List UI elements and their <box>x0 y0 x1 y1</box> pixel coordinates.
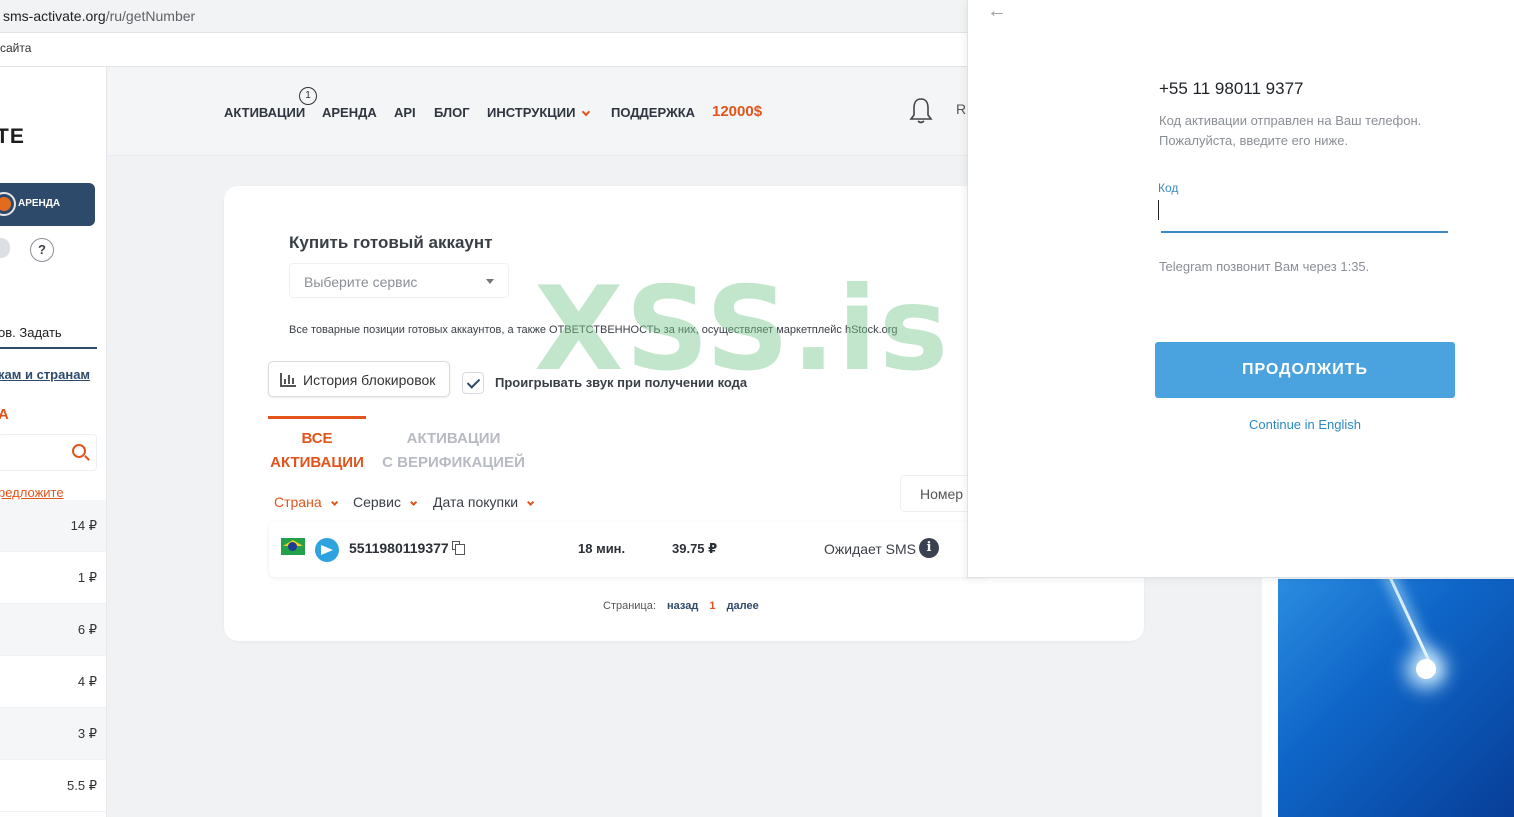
search-icon[interactable] <box>72 444 86 458</box>
price-value: 14 ₽ <box>70 518 97 533</box>
service-search-input[interactable] <box>0 434 97 471</box>
bell-icon[interactable] <box>909 97 933 125</box>
caret-down-icon <box>486 279 494 284</box>
watermark: XSS.is <box>534 262 951 397</box>
desktop-wallpaper <box>1278 579 1514 817</box>
activation-status: Ожидает SMS <box>824 541 916 557</box>
nav-support[interactable]: ПОДДЕРЖКА <box>611 105 695 120</box>
url-text[interactable]: sms-activate.org/ru/getNumber <box>3 8 195 24</box>
list-item[interactable]: 4 ₽ <box>0 656 106 708</box>
toggle-switch[interactable] <box>0 238 10 258</box>
nav-instructions[interactable]: ИНСТРУКЦИИ <box>487 105 575 120</box>
telegram-icon <box>315 538 339 562</box>
code-input[interactable] <box>1161 200 1448 233</box>
top-navigation: АКТИВАЦИИ 1 АРЕНДА API БЛОГ ИНСТРУКЦИИ П… <box>108 67 968 156</box>
list-item[interactable]: 6 ₽ <box>0 604 106 656</box>
price-value: 6 ₽ <box>77 622 97 637</box>
sound-checkbox[interactable] <box>462 372 484 394</box>
copy-icon[interactable] <box>452 541 465 555</box>
chevron-down-icon[interactable] <box>581 107 591 117</box>
back-arrow-icon[interactable]: ← <box>987 0 1007 23</box>
popup-description: Код активации отправлен на Ваш телефон. … <box>1159 113 1422 148</box>
help-button[interactable]: ? <box>30 238 54 262</box>
block-history-label: История блокировок <box>303 372 436 388</box>
url-host: sms-activate.org <box>3 8 106 24</box>
tab-all-activations[interactable]: ВСЕ АКТИВАЦИИ <box>268 416 366 475</box>
chevron-down-icon <box>527 498 535 506</box>
list-item[interactable]: 1 ₽ <box>0 552 106 604</box>
nav-bonus[interactable]: 12000$ <box>712 103 762 120</box>
activation-time: 18 мин. <box>578 541 626 556</box>
tab-verified-activations[interactable]: АКТИВАЦИИ С ВЕРИФИКАЦИЕЙ <box>382 419 525 475</box>
text-cursor <box>1158 200 1159 220</box>
bookmark-item[interactable]: сайта <box>0 41 31 55</box>
nav-blog[interactable]: БЛОГ <box>434 105 470 120</box>
list-item[interactable]: 3 ₽ <box>0 708 106 760</box>
filter-link[interactable]: кам и странам <box>0 367 90 382</box>
list-item[interactable]: 5.5 ₽ <box>0 760 106 812</box>
continue-button[interactable]: ПРОДОЛЖИТЬ <box>1155 342 1455 398</box>
activations-badge: 1 <box>299 87 317 105</box>
tab-label: ВСЕ <box>301 430 333 447</box>
rent-button-label: АРЕНДА <box>18 198 61 209</box>
filter-purchase-date[interactable]: Дата покупки <box>433 494 535 510</box>
continue-english-link[interactable]: Continue in English <box>1155 417 1455 432</box>
filter-label: Сервис <box>353 494 401 510</box>
table-row[interactable]: 5511980119377 18 мин. 39.75 ₽ Ожидает SM… <box>269 522 989 577</box>
price-value: 4 ₽ <box>77 674 97 689</box>
language-switch[interactable]: R <box>956 101 966 117</box>
filter-service[interactable]: Сервис <box>353 494 418 510</box>
tab-label: С ВЕРИФИКАЦИЕЙ <box>382 454 525 471</box>
activation-price: 39.75 ₽ <box>672 541 718 556</box>
pagination-current[interactable]: 1 <box>709 600 715 612</box>
tab-label: АКТИВАЦИИ <box>406 430 501 447</box>
price-value: 1 ₽ <box>77 570 97 585</box>
pagination-back[interactable]: назад <box>667 600 698 612</box>
brazil-flag-icon <box>281 538 305 555</box>
pagination-label: Страница: <box>603 600 656 612</box>
code-field-label: Код <box>1158 181 1179 195</box>
chevron-down-icon <box>330 498 338 506</box>
filter-label: Страна <box>274 494 322 510</box>
tab-label: АКТИВАЦИИ <box>270 454 364 471</box>
bar-chart-icon <box>280 373 296 387</box>
nav-api[interactable]: API <box>394 105 416 120</box>
call-countdown: Telegram позвонит Вам через 1:35. <box>1159 259 1370 274</box>
block-history-button[interactable]: История блокировок <box>268 361 450 397</box>
info-icon[interactable]: i <box>919 538 939 558</box>
popup-phone: +55 11 98011 9377 <box>1159 79 1304 98</box>
telegram-login-popup: ← +55 11 98011 9377 Код активации отправ… <box>967 0 1514 578</box>
list-item[interactable]: 14 ₽ <box>0 500 106 552</box>
set-input[interactable]: ов. Задать <box>0 318 97 349</box>
rent-icon <box>0 194 14 214</box>
price-value: 3 ₽ <box>77 726 97 741</box>
light-glow <box>1416 659 1436 679</box>
suggest-link[interactable]: редложите <box>0 485 64 500</box>
nav-rent[interactable]: АРЕНДА <box>322 105 377 120</box>
left-sidebar: TE АРЕНДА ? ов. Задать кам и странам А р… <box>0 67 107 817</box>
rent-button[interactable]: АРЕНДА <box>0 183 95 226</box>
pagination: Страница: назад 1 далее <box>603 600 759 612</box>
chevron-down-icon <box>410 498 418 506</box>
filter-label: Дата покупки <box>433 494 519 510</box>
number-search-placeholder: Номер <box>920 486 964 502</box>
nav-activations[interactable]: АКТИВАЦИИ <box>224 105 305 120</box>
service-select[interactable]: Выберите сервис <box>289 263 509 298</box>
price-value: 5.5 ₽ <box>67 778 97 793</box>
pagination-next[interactable]: далее <box>727 600 759 612</box>
service-select-placeholder: Выберите сервис <box>304 274 418 290</box>
section-heading: А <box>0 406 9 423</box>
site-logo[interactable]: TE <box>0 125 25 149</box>
filter-country[interactable]: Страна <box>274 494 338 510</box>
buy-account-title: Купить готовый аккаунт <box>289 233 493 252</box>
activation-phone: 5511980119377 <box>349 540 449 556</box>
url-path: /ru/getNumber <box>105 8 196 24</box>
